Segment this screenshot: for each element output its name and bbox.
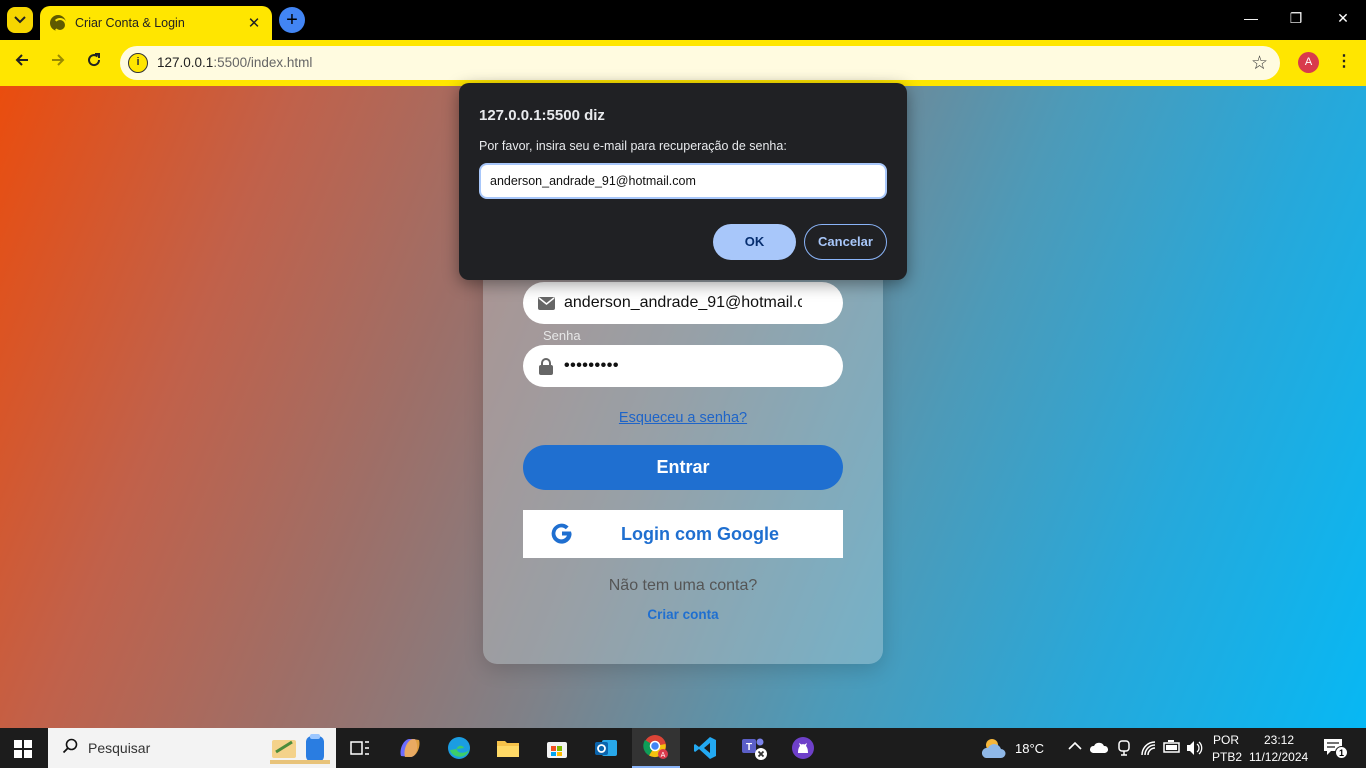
globe-icon — [50, 15, 67, 32]
taskbar-search[interactable]: Pesquisar — [48, 728, 336, 768]
vscode-icon — [694, 737, 716, 759]
taskbar-store[interactable] — [533, 728, 581, 768]
forward-button[interactable] — [47, 52, 69, 74]
teams-icon: T — [742, 738, 767, 760]
browser-tab[interactable]: Criar Conta & Login ✕ — [40, 6, 272, 40]
taskbar-github-desktop[interactable] — [779, 728, 827, 768]
taskbar-chrome[interactable]: A — [632, 728, 680, 768]
google-button-label: Login com Google — [621, 524, 779, 544]
browser-toolbar: i 127.0.0.1:5500/index.html ☆ A ⋮ — [0, 40, 1366, 86]
taskbar-teams[interactable]: T — [730, 728, 778, 768]
password-label: Senha — [543, 328, 581, 343]
url-text: 127.0.0.1:5500/index.html — [157, 55, 313, 70]
keyboard-layout[interactable]: PTB2 — [1212, 750, 1242, 764]
lock-icon — [537, 357, 555, 375]
cancel-button[interactable]: Cancelar — [804, 224, 887, 260]
envelope-icon — [537, 294, 555, 312]
password-field[interactable]: ••••••••• — [523, 345, 843, 387]
search-icon — [62, 738, 78, 759]
outlook-icon — [595, 740, 617, 756]
dialog-title: 127.0.0.1:5500 diz — [479, 107, 605, 124]
taskbar-file-explorer[interactable] — [484, 728, 532, 768]
close-window-button[interactable]: ✕ — [1320, 10, 1366, 27]
svg-text:A: A — [661, 752, 666, 759]
back-button[interactable] — [11, 52, 33, 74]
copilot-icon — [400, 739, 420, 757]
password-input[interactable]: ••••••••• — [564, 357, 619, 375]
taskbar-outlook[interactable] — [582, 728, 630, 768]
close-icon[interactable]: ✕ — [246, 14, 262, 32]
chevron-up-icon[interactable] — [1068, 741, 1082, 751]
search-highlight-illustration-icon — [270, 734, 330, 764]
weather-temperature[interactable]: 18°C — [1015, 741, 1044, 756]
notification-count: 1 — [1335, 746, 1348, 759]
edge-icon — [448, 737, 470, 759]
bookmark-star-icon[interactable]: ☆ — [1251, 52, 1268, 75]
notification-center-button[interactable]: 1 — [1323, 738, 1348, 760]
speaker-icon[interactable] — [1186, 740, 1204, 756]
address-bar[interactable]: i 127.0.0.1:5500/index.html ☆ — [120, 46, 1280, 80]
clock-date[interactable]: 11/12/2024 — [1249, 750, 1308, 764]
camera-icon[interactable] — [1116, 739, 1132, 757]
weather-cloudy-icon[interactable] — [980, 736, 1008, 760]
reload-icon — [88, 53, 101, 67]
taskbar-vscode[interactable] — [681, 728, 729, 768]
arrow-left-icon — [15, 54, 28, 66]
menu-kebab-icon[interactable]: ⋮ — [1336, 51, 1352, 71]
clock-time[interactable]: 23:12 — [1264, 733, 1294, 747]
email-input[interactable] — [564, 294, 802, 312]
no-account-text: Não tem uma conta? — [608, 577, 758, 594]
reload-button[interactable] — [83, 52, 105, 74]
arrow-right-icon — [52, 54, 65, 66]
chevron-down-icon — [14, 16, 26, 24]
email-field[interactable] — [523, 282, 843, 324]
taskbar-edge[interactable] — [435, 728, 483, 768]
folder-icon — [497, 741, 519, 757]
tab-search-button[interactable] — [7, 7, 33, 33]
tab-title: Criar Conta & Login — [75, 16, 185, 30]
restore-button[interactable]: ❐ — [1273, 10, 1319, 27]
site-info-icon[interactable]: i — [128, 53, 148, 73]
svg-text:T: T — [746, 742, 752, 753]
store-icon — [547, 742, 567, 758]
windows-start-button[interactable] — [14, 740, 32, 758]
profile-avatar[interactable]: A — [1298, 52, 1319, 73]
task-view-icon — [350, 741, 369, 755]
new-tab-button[interactable]: + — [279, 7, 305, 33]
wifi-icon[interactable] — [1140, 740, 1156, 756]
prompt-dialog: 127.0.0.1:5500 diz Por favor, insira seu… — [459, 83, 907, 280]
onedrive-cloud-icon[interactable] — [1090, 740, 1108, 754]
minimize-button[interactable]: — — [1228, 10, 1274, 26]
input-language[interactable]: POR — [1213, 733, 1239, 747]
task-view-button[interactable] — [336, 728, 384, 768]
chrome-icon: A — [643, 735, 668, 759]
search-placeholder: Pesquisar — [88, 740, 151, 756]
dialog-message: Por favor, insira seu e-mail para recupe… — [479, 139, 787, 153]
create-account-link[interactable]: Criar conta — [483, 607, 883, 622]
windows-taskbar: Pesquisar A T 18°C POR PTB2 23:12 11/12/… — [0, 728, 1366, 768]
google-login-button[interactable]: Login com Google — [523, 510, 843, 558]
google-icon — [551, 523, 572, 544]
forgot-password-link[interactable]: Esqueceu a senha? — [483, 410, 883, 426]
dialog-email-input[interactable] — [479, 163, 887, 199]
battery-icon[interactable] — [1162, 740, 1182, 754]
taskbar-copilot[interactable] — [386, 728, 434, 768]
ok-button[interactable]: OK — [713, 224, 796, 260]
github-icon — [792, 737, 814, 759]
login-button[interactable]: Entrar — [523, 445, 843, 490]
tab-strip: Criar Conta & Login ✕ + — ❐ ✕ — [0, 0, 1366, 40]
